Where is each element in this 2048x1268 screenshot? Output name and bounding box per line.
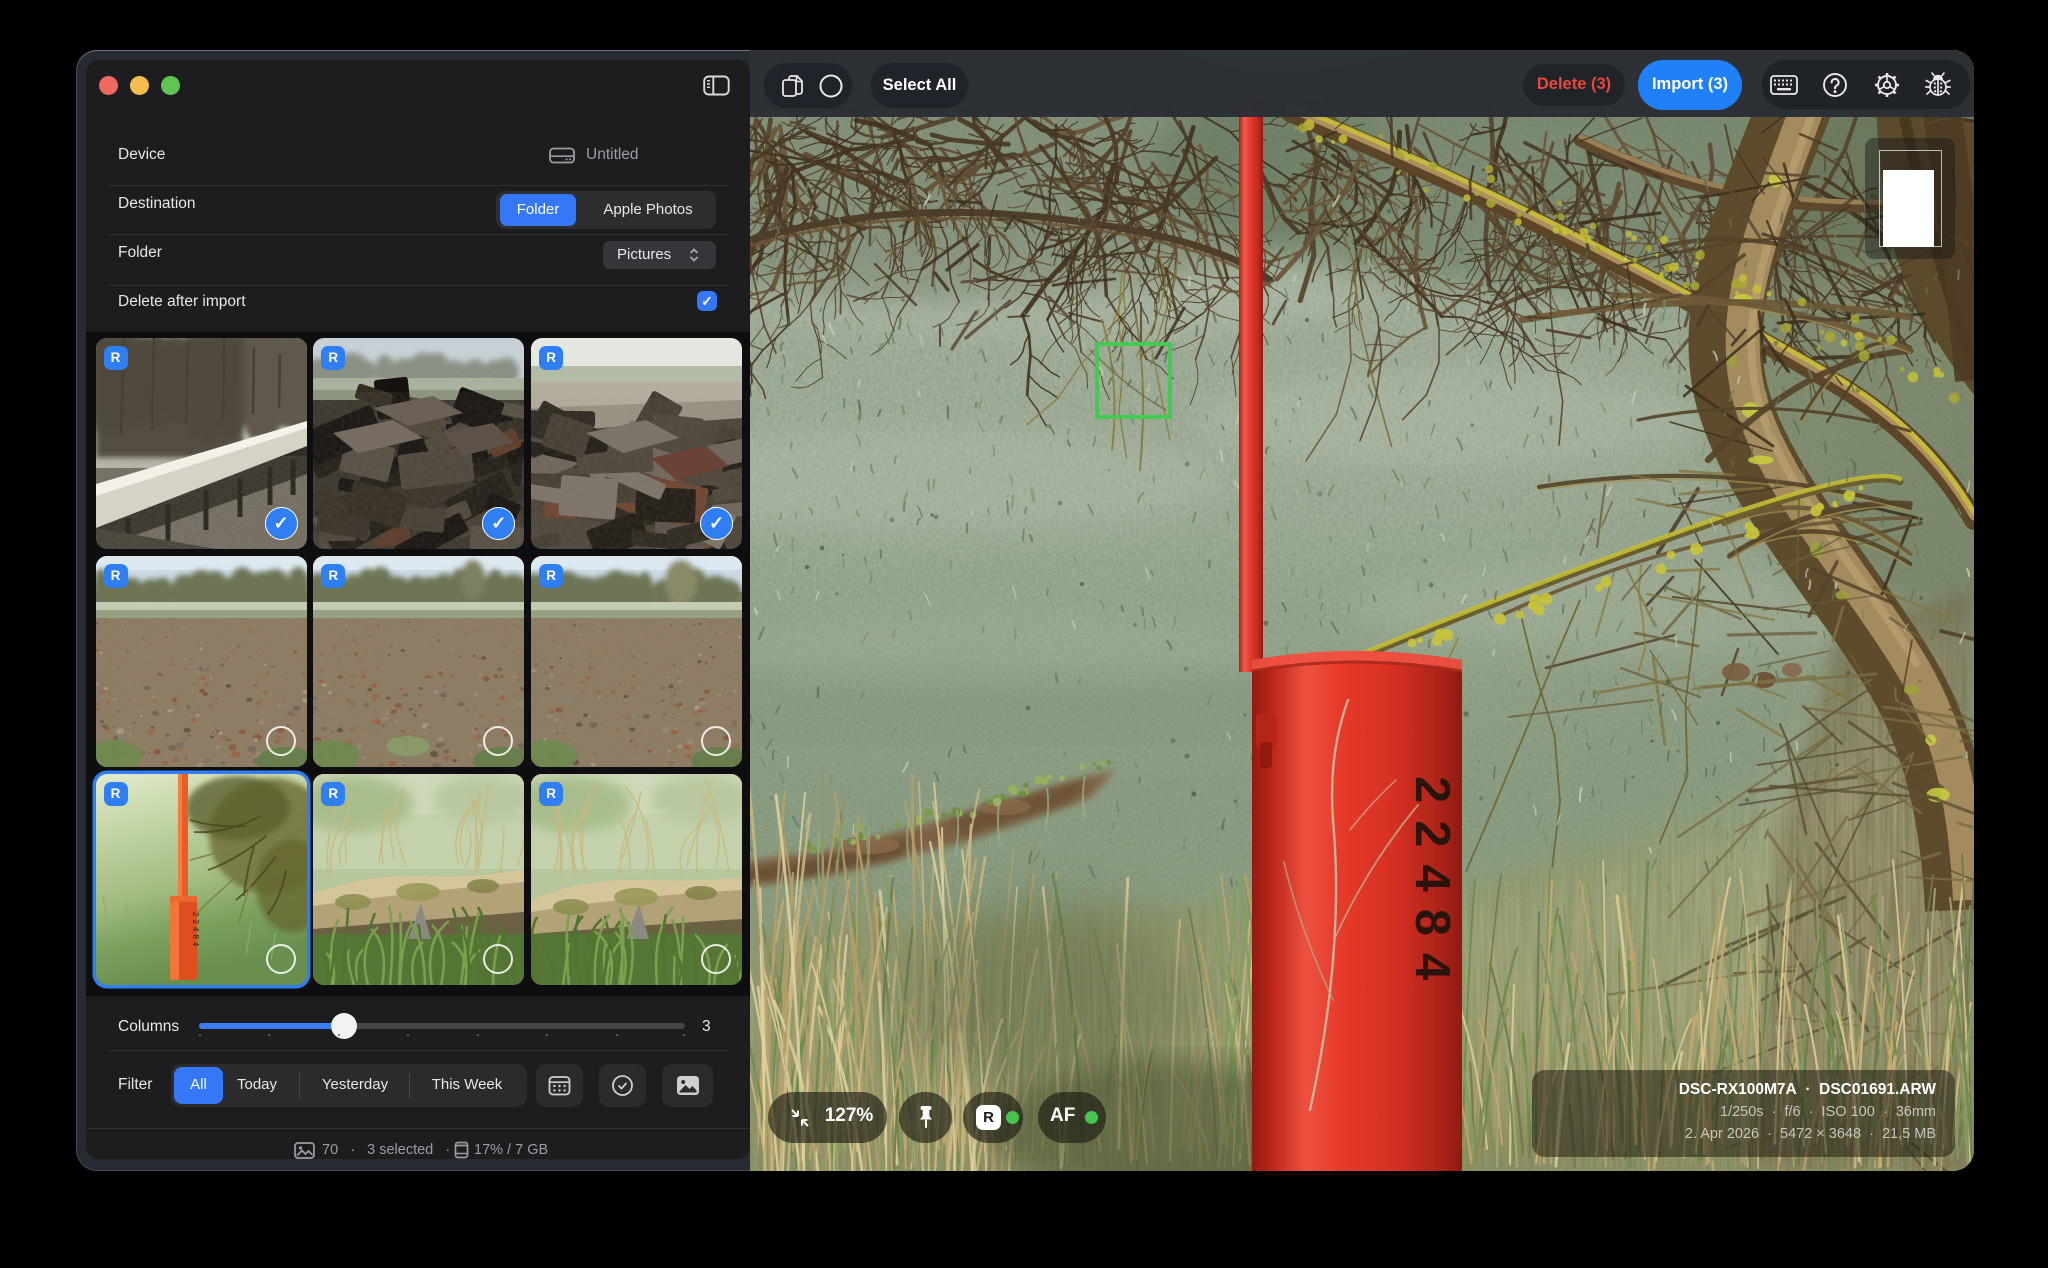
svg-text:22484: 22484 <box>1405 776 1459 997</box>
svg-text:22484: 22484 <box>191 912 200 949</box>
